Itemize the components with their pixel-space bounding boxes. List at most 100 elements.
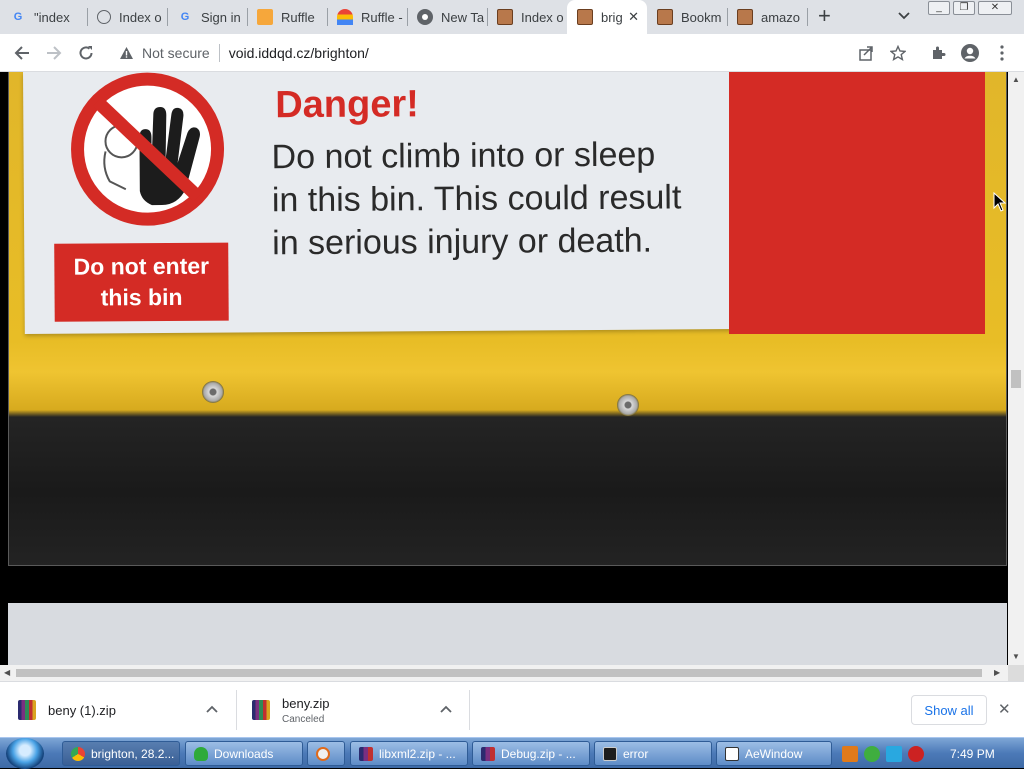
show-all-downloads-button[interactable]: Show all — [911, 695, 987, 725]
next-image-preview — [8, 603, 1007, 665]
maximize-button[interactable]: ❐ — [953, 1, 975, 15]
bookmark-star-icon[interactable] — [887, 42, 909, 64]
tab-search-chevron-icon[interactable] — [898, 9, 910, 23]
menu-kebab-icon[interactable] — [991, 42, 1013, 64]
tab-title: Ruffle - — [361, 9, 403, 25]
download-icon — [194, 746, 208, 761]
scroll-up-arrow-icon[interactable]: ▲ — [1012, 75, 1020, 84]
tab-2[interactable]: G Sign in — [167, 4, 247, 30]
tab-title: Ruffle — [281, 9, 315, 25]
tab-title: Bookm — [681, 9, 722, 25]
vertical-scroll-thumb[interactable] — [1011, 370, 1021, 388]
bin-photo: Do not enter this bin Danger! Do not cli… — [8, 72, 1007, 566]
no-entry-hand-icon — [71, 72, 225, 226]
taskbar-item-chrome[interactable]: brighton, 28.2... — [62, 741, 180, 766]
tab-8[interactable]: Bookm — [647, 4, 727, 30]
tray-network-icon[interactable] — [886, 745, 902, 762]
taskbar-clock[interactable]: 7:49 PM — [950, 747, 995, 761]
download-options-chevron-icon[interactable] — [440, 702, 452, 716]
taskbar-item-label: error — [623, 746, 649, 761]
ruffle-icon — [257, 9, 273, 25]
download-filename: beny (1).zip — [48, 702, 116, 718]
back-button[interactable] — [10, 41, 34, 65]
vertical-scrollbar[interactable]: ▲ ▼ — [1008, 72, 1024, 665]
close-shelf-icon[interactable]: ✕ — [998, 700, 1011, 718]
new-tab-button[interactable]: + — [818, 5, 831, 27]
windows-taskbar: brighton, 28.2... Downloads libxml2.zip … — [0, 737, 1024, 769]
face-icon — [577, 9, 593, 25]
security-label: Not secure — [142, 45, 210, 61]
start-button[interactable] — [6, 738, 44, 769]
forward-button[interactable] — [42, 41, 66, 65]
danger-line-1: Do not climb into or sleep — [271, 135, 656, 177]
download-status: Canceled — [282, 713, 325, 725]
download-shelf: beny (1).zip beny.zip Canceled Show all … — [0, 681, 1024, 737]
scroll-right-arrow-icon[interactable]: ▶ — [994, 668, 1000, 677]
taskbar-item-downloads[interactable]: Downloads — [185, 741, 303, 766]
profile-avatar-icon[interactable] — [959, 42, 981, 64]
tab-4[interactable]: Ruffle - — [327, 4, 407, 30]
download-separator — [469, 690, 470, 730]
warning-icon[interactable] — [118, 45, 134, 61]
tab-title: Sign in — [201, 9, 241, 25]
google-g-icon: G — [13, 11, 23, 23]
taskbar-item-aewindow[interactable]: AeWindow — [716, 741, 832, 766]
scroll-down-arrow-icon[interactable]: ▼ — [1012, 652, 1020, 661]
download-item-1[interactable]: beny (1).zip — [18, 682, 234, 738]
do-not-enter-box: Do not enter this bin — [54, 242, 229, 322]
taskbar-item-label: Debug.zip - ... — [501, 746, 576, 761]
bin-warning-panel — [729, 72, 985, 334]
page-viewport[interactable]: Do not enter this bin Danger! Do not cli… — [0, 72, 1008, 665]
system-tray: 7:49 PM — [836, 741, 1024, 766]
horizontal-scrollbar[interactable]: ◀ ▶ — [0, 665, 1008, 681]
tab-6[interactable]: Index o — [487, 4, 567, 30]
download-options-chevron-icon[interactable] — [206, 702, 218, 716]
face-icon — [657, 9, 673, 25]
tab-7-active[interactable]: brig ✕ — [567, 0, 647, 34]
warning-box-line-2: this bin — [100, 283, 183, 311]
tab-1[interactable]: Index o — [87, 4, 167, 30]
close-window-button[interactable]: ✕ — [978, 1, 1012, 15]
taskbar-item-label: libxml2.zip - ... — [379, 746, 456, 761]
tray-volume-icon[interactable] — [908, 745, 924, 762]
taskbar-item-error[interactable]: error — [594, 741, 712, 766]
tray-app-icon[interactable] — [842, 745, 858, 762]
tab-3[interactable]: Ruffle — [247, 4, 327, 30]
download-item-2[interactable]: beny.zip Canceled — [252, 682, 466, 738]
tab-strip: G "index Index o G Sign in Ruffle Ruffle… — [0, 0, 1024, 34]
horizontal-scroll-thumb[interactable] — [16, 669, 982, 677]
extensions-icon[interactable] — [927, 42, 949, 64]
url-text[interactable]: void.iddqd.cz/brighton/ — [229, 45, 369, 61]
face-icon — [737, 9, 753, 25]
taskbar-item-label: Downloads — [214, 746, 274, 761]
media-player-icon — [316, 746, 330, 761]
share-icon[interactable] — [855, 42, 877, 64]
address-bar[interactable]: Not secure void.iddqd.cz/brighton/ — [112, 37, 854, 69]
taskbar-item-label: brighton, 28.2... — [91, 746, 175, 761]
taskbar-item-media-player[interactable] — [307, 741, 345, 766]
rivet — [617, 394, 639, 416]
warning-sign: Do not enter this bin Danger! Do not cli… — [23, 72, 735, 334]
tab-9[interactable]: amazo — [727, 4, 807, 30]
rivet — [202, 381, 224, 403]
taskbar-item-libxml2[interactable]: libxml2.zip - ... — [350, 741, 468, 766]
console-icon — [603, 746, 617, 761]
tab-5[interactable]: New Ta — [407, 4, 487, 30]
tab-0[interactable]: G "index — [0, 4, 86, 30]
minimize-button[interactable]: _ — [928, 1, 950, 15]
close-tab-icon[interactable]: ✕ — [628, 9, 639, 25]
tab-title: brig — [601, 9, 623, 25]
taskbar-item-debug[interactable]: Debug.zip - ... — [472, 741, 590, 766]
winrar-icon — [359, 746, 373, 761]
browser-toolbar: Not secure void.iddqd.cz/brighton/ — [0, 34, 1024, 72]
tray-security-icon[interactable] — [864, 745, 880, 762]
scroll-left-arrow-icon[interactable]: ◀ — [4, 668, 10, 677]
address-divider — [218, 44, 220, 62]
tab-title: Index o — [119, 9, 162, 25]
warning-box-line-1: Do not enter — [73, 252, 210, 280]
danger-line-2: in this bin. This could result — [271, 178, 682, 220]
reload-button[interactable] — [74, 41, 98, 65]
tab-separator — [807, 8, 808, 26]
danger-body: Do not climb into or sleep in this bin. … — [271, 133, 742, 265]
scrollbar-corner — [1008, 665, 1024, 681]
